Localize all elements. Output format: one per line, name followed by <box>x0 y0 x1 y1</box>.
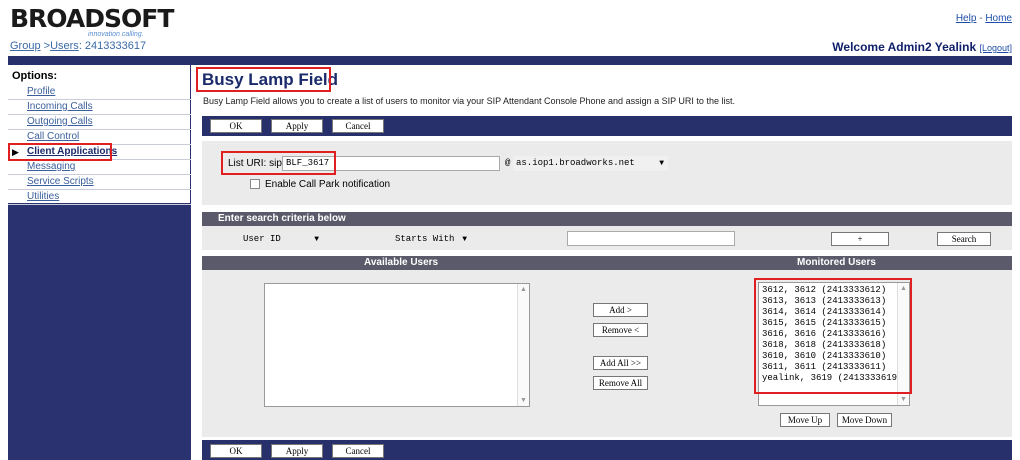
top-divider-bar <box>8 56 1012 65</box>
add-all-button[interactable]: Add All >> <box>593 356 648 370</box>
sidebar-heading: Options: <box>12 70 58 82</box>
domain-value: as.iop1.broadworks.net <box>516 158 635 168</box>
search-mode-value: Starts With <box>395 234 455 244</box>
search-field-value: User ID <box>243 234 281 244</box>
bottom-button-bar <box>202 440 1012 460</box>
search-field-select[interactable]: User ID ▼ <box>240 232 323 247</box>
help-link[interactable]: Help <box>956 13 977 24</box>
breadcrumb-current: : 2413333617 <box>78 40 147 52</box>
highlight-page-title <box>196 67 331 92</box>
welcome-bar: Welcome Admin2 Yealink [Logout] <box>832 40 1012 54</box>
apply-button-bottom[interactable]: Apply <box>271 444 323 458</box>
search-button[interactable]: Search <box>937 232 991 246</box>
search-mode-select[interactable]: Starts With ▼ <box>392 232 471 247</box>
sidebar-item-label[interactable]: Incoming Calls <box>27 101 93 112</box>
logout-link[interactable]: [Logout] <box>979 43 1012 53</box>
top-button-bar <box>202 116 1012 136</box>
page-description: Busy Lamp Field allows you to create a l… <box>203 96 735 106</box>
move-down-button[interactable]: Move Down <box>837 413 892 427</box>
logo-tagline: innovation calling. <box>88 31 144 38</box>
remove-button[interactable]: Remove < <box>593 323 648 337</box>
highlight-list-uri <box>221 151 336 175</box>
ok-button-bottom[interactable]: OK <box>210 444 262 458</box>
remove-all-button[interactable]: Remove All <box>593 376 648 390</box>
scroll-down-icon: ▼ <box>900 396 907 403</box>
highlight-client-applications <box>8 143 112 161</box>
at-symbol: @ <box>505 158 511 168</box>
scroll-up-icon: ▲ <box>520 286 527 293</box>
sidebar-item-messaging[interactable]: Messaging <box>8 160 191 175</box>
home-link[interactable]: Home <box>985 13 1012 24</box>
search-header: Enter search criteria below <box>202 212 1012 226</box>
breadcrumb-users[interactable]: Users <box>50 40 79 52</box>
plus-button[interactable]: + <box>831 232 889 246</box>
chevron-down-icon: ▼ <box>659 159 664 168</box>
welcome-text: Welcome Admin2 Yealink <box>832 40 977 54</box>
monitored-users-header: Monitored Users <box>797 257 876 268</box>
scrollbar[interactable]: ▲ ▼ <box>517 284 529 406</box>
sidebar-item-label[interactable]: Outgoing Calls <box>27 116 93 127</box>
sidebar-item-label[interactable]: Profile <box>27 86 55 97</box>
sidebar-item-label[interactable]: Service Scripts <box>27 176 94 187</box>
call-park-label: Enable Call Park notification <box>265 179 391 190</box>
sidebar-item-incoming-calls[interactable]: Incoming Calls <box>8 100 191 115</box>
list-column-header: Available Users Monitored Users <box>202 256 1012 270</box>
sidebar-item-profile[interactable]: Profile <box>8 85 191 100</box>
breadcrumb: Group >Users: 2413333617 <box>10 40 146 52</box>
scroll-down-icon: ▼ <box>520 397 527 404</box>
top-link-separator: - <box>979 13 983 24</box>
sidebar-item-label[interactable]: Utilities <box>27 191 59 202</box>
sidebar-item-utilities[interactable]: Utilities <box>8 190 191 205</box>
sidebar-item-service-scripts[interactable]: Service Scripts <box>8 175 191 190</box>
add-button[interactable]: Add > <box>593 303 648 317</box>
sidebar-item-label[interactable]: Messaging <box>27 161 75 172</box>
top-links: Help - Home <box>956 13 1012 24</box>
chevron-down-icon: ▼ <box>462 235 467 244</box>
sidebar-item-label[interactable]: Call Control <box>27 131 79 142</box>
ok-button-top[interactable]: OK <box>210 119 262 133</box>
cancel-button-bottom[interactable]: Cancel <box>332 444 384 458</box>
highlight-monitored-users <box>754 278 912 394</box>
logo-text: BROADSOFT <box>10 4 174 33</box>
sidebar-item-outgoing-calls[interactable]: Outgoing Calls <box>8 115 191 130</box>
cancel-button-top[interactable]: Cancel <box>332 119 384 133</box>
available-users-header: Available Users <box>364 257 439 268</box>
chevron-down-icon: ▼ <box>314 235 319 244</box>
call-park-checkbox[interactable] <box>250 179 260 189</box>
search-input[interactable] <box>567 231 735 246</box>
broadsoft-logo: BROADSOFT <box>10 4 174 33</box>
move-up-button[interactable]: Move Up <box>780 413 830 427</box>
apply-button-top[interactable]: Apply <box>271 119 323 133</box>
available-users-list[interactable]: ▲ ▼ <box>264 283 530 407</box>
breadcrumb-group[interactable]: Group <box>10 40 41 52</box>
domain-select[interactable]: as.iop1.broadworks.net ▼ <box>513 156 668 171</box>
